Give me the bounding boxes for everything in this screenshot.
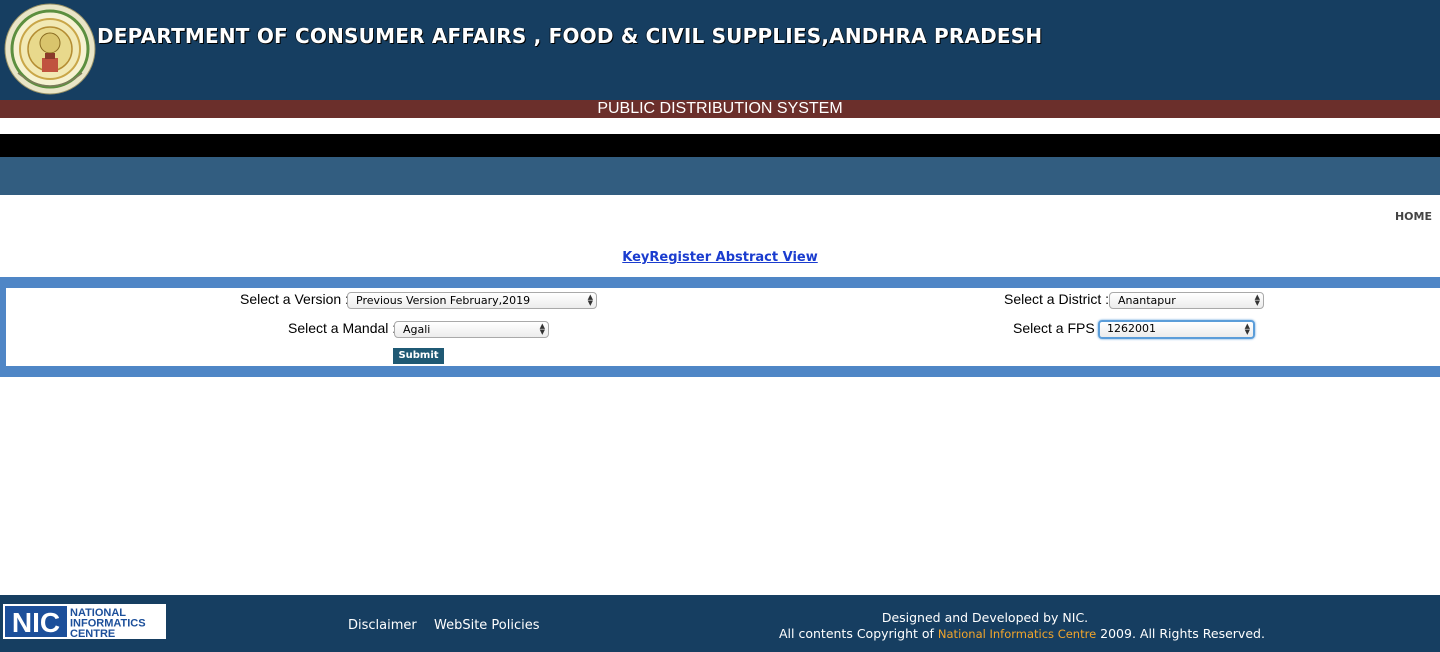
system-subtitle: PUBLIC DISTRIBUTION SYSTEM: [597, 100, 843, 117]
website-policies-link[interactable]: WebSite Policies: [434, 618, 540, 633]
credit-line-1: Designed and Developed by NIC.: [881, 610, 1089, 625]
disclaimer-link[interactable]: Disclaimer: [348, 618, 417, 633]
keyregister-abstract-view-link[interactable]: KeyRegister Abstract View: [622, 250, 818, 265]
credit-line-2: All contents Copyright of National Infor…: [779, 626, 1265, 642]
ap-state-emblem-icon: [4, 3, 96, 97]
nic-logo: NIC NATIONAL INFORMATICS CENTRE: [3, 604, 166, 640]
fps-select-value: 1262001: [1107, 322, 1156, 335]
credit-suffix: 2009. All Rights Reserved.: [1100, 626, 1265, 641]
district-select[interactable]: Anantapur ▲ ▼: [1109, 292, 1264, 309]
department-title: DEPARTMENT OF CONSUMER AFFAIRS , FOOD & …: [97, 24, 1043, 48]
nic-logo-mark: NIC: [12, 607, 60, 638]
select-arrows-icon: ▲ ▼: [1244, 322, 1250, 336]
select-arrows-icon: ▲ ▼: [587, 293, 593, 307]
district-label: Select a District :: [1004, 291, 1110, 307]
home-link[interactable]: HOME: [1395, 210, 1432, 223]
select-arrows-icon: ▲ ▼: [1254, 293, 1260, 307]
footer-credit: Designed and Developed by NIC. All conte…: [730, 610, 1265, 641]
nic-logo-line3: CENTRE: [70, 628, 115, 639]
fps-label: Select a FPS :: [1013, 320, 1103, 336]
district-select-value: Anantapur: [1118, 294, 1176, 307]
select-arrows-icon: ▲ ▼: [539, 322, 545, 336]
mandal-select[interactable]: Agali ▲ ▼: [394, 321, 549, 338]
navigation-bar: [0, 157, 1440, 195]
nic-org-link[interactable]: National Informatics Centre: [938, 627, 1096, 641]
mandal-select-value: Agali: [403, 323, 431, 336]
black-divider-bar: [0, 134, 1440, 157]
version-select-value: Previous Version February,2019: [356, 294, 531, 307]
header-gap: [0, 118, 1440, 134]
submit-button[interactable]: Submit: [393, 348, 444, 364]
nic-logo-icon: NIC NATIONAL INFORMATICS CENTRE: [5, 606, 146, 640]
version-select[interactable]: Previous Version February,2019 ▲ ▼: [347, 292, 597, 309]
mandal-label: Select a Mandal :: [288, 320, 397, 336]
page-link-container: KeyRegister Abstract View: [0, 246, 1440, 265]
credit-prefix: All contents Copyright of: [779, 626, 934, 641]
fps-select[interactable]: 1262001 ▲ ▼: [1098, 320, 1255, 339]
version-label: Select a Version :: [240, 291, 349, 307]
site-header: [0, 0, 1440, 100]
